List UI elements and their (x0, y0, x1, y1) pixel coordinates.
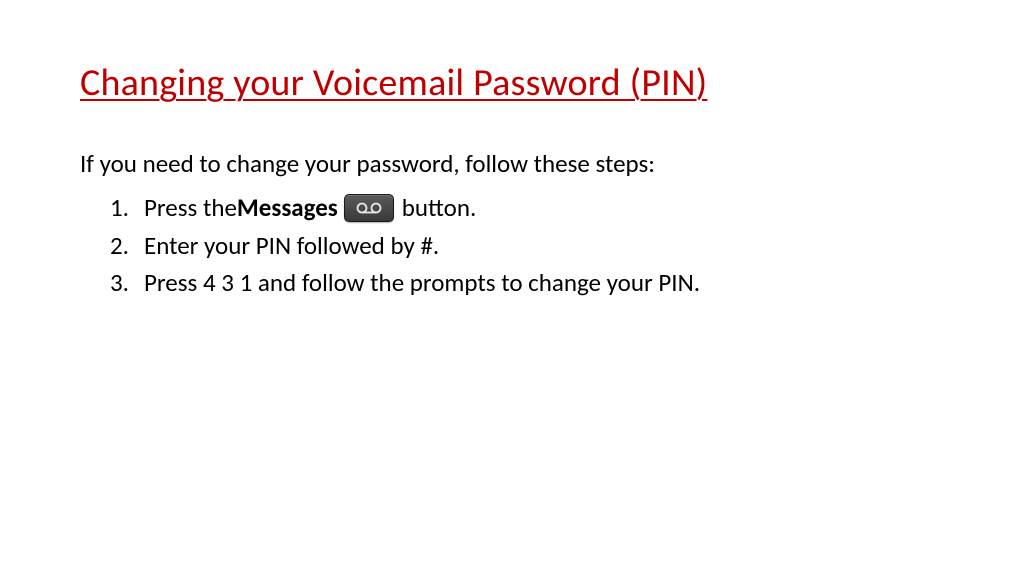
step-number: 3. (110, 264, 144, 302)
step-bold-word: Messages (237, 189, 338, 227)
intro-text: If you need to change your password, fol… (80, 148, 944, 179)
step-2: 2. Enter your PIN followed by #. (110, 227, 944, 265)
page-title: Changing your Voicemail Password (PIN) (80, 60, 944, 106)
step-1: 1. Press the Messages button. (110, 189, 944, 227)
step-number: 2. (110, 227, 144, 265)
step-text-post: button. (402, 189, 477, 227)
step-text: Press 4 3 1 and follow the prompts to ch… (144, 264, 700, 302)
messages-button-icon (344, 194, 394, 222)
step-text-pre: Press the (144, 189, 237, 227)
steps-list: 1. Press the Messages button. 2. Enter y… (80, 189, 944, 302)
step-number: 1. (110, 189, 144, 227)
voicemail-icon (356, 201, 382, 215)
step-3: 3. Press 4 3 1 and follow the prompts to… (110, 264, 944, 302)
step-text: Enter your PIN followed by #. (144, 227, 439, 265)
